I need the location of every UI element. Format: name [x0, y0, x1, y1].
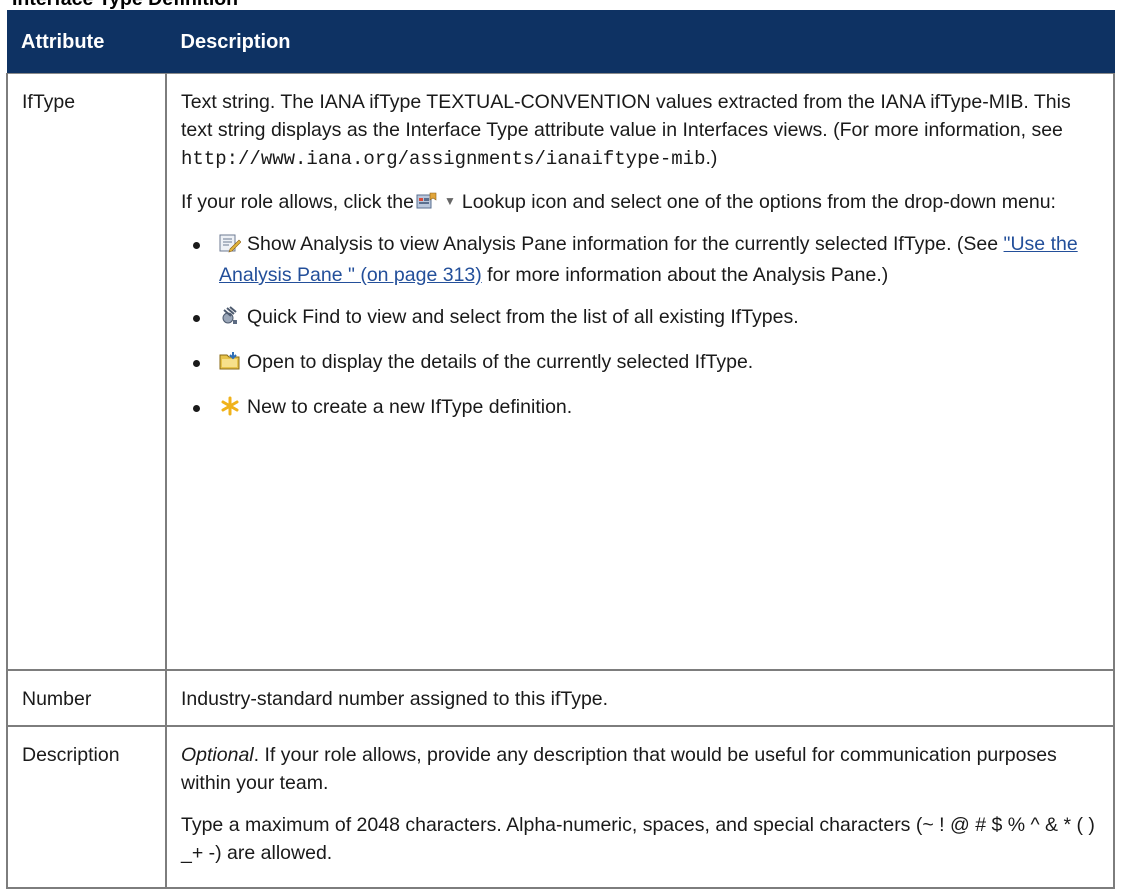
attribute-cell: IfType — [6, 73, 167, 671]
quick-find-text: Quick Find to view and select from the l… — [247, 306, 799, 328]
iftype-description-text: Text string. The IANA ifType TEXTUAL-CON… — [181, 91, 1071, 141]
lookup-options-list: Show Analysis to view Analysis Pane info… — [181, 230, 1099, 424]
section-title: Interface Type Definition — [12, 0, 238, 10]
new-text: New to create a new IfType definition. — [247, 396, 573, 418]
lookup-instructions-end: Lookup icon and select one of the option… — [461, 191, 1056, 213]
table-row-number: Number Industry-standard number assigned… — [6, 669, 1115, 727]
list-item-quick-find: Quick Find to view and select from the l… — [181, 303, 1099, 334]
attribute-cell: Description — [6, 725, 167, 889]
iftype-description-paragraph: Text string. The IANA ifType TEXTUAL-CON… — [181, 88, 1099, 173]
new-icon — [219, 396, 241, 424]
show-analysis-text: Show Analysis to view Analysis Pane info… — [247, 233, 1004, 255]
lookup-icon: ▼ — [416, 187, 456, 215]
optional-label: Optional — [181, 743, 254, 766]
description-text: . If your role allows, provide any descr… — [181, 743, 1057, 794]
list-item-show-analysis: Show Analysis to view Analysis Pane info… — [181, 230, 1099, 289]
max-characters-paragraph: Type a maximum of 2048 characters. Alpha… — [181, 813, 1095, 864]
list-item-new: New to create a new IfType definition. — [181, 393, 1099, 424]
column-header-attribute: Attribute — [7, 10, 167, 74]
description-cell: Optional. If your role allows, provide a… — [165, 725, 1115, 889]
iftype-description-end: .) — [705, 147, 718, 169]
description-cell: Text string. The IANA ifType TEXTUAL-CON… — [165, 73, 1115, 671]
lookup-instructions: If your role allows, click the ▼ Lookup ic… — [181, 187, 1099, 216]
table-row-description: Description Optional. If your role allow… — [6, 725, 1115, 889]
attribute-cell: Number — [6, 669, 167, 727]
chevron-down-icon: ▼ — [444, 194, 456, 208]
open-icon — [219, 351, 241, 379]
description-cell: Industry-standard number assigned to thi… — [165, 669, 1115, 727]
quick-find-icon — [219, 306, 241, 334]
lookup-instructions-start: If your role allows, click the — [181, 191, 415, 213]
help-page: Interface Type Definition Attribute Desc… — [0, 0, 1125, 889]
table-header-row: Attribute Description — [7, 10, 1115, 74]
show-analysis-text-end: for more information about the Analysis … — [481, 264, 889, 286]
open-text: Open to display the details of the curre… — [247, 351, 754, 373]
list-item-open: Open to display the details of the curre… — [181, 348, 1099, 379]
column-header-description: Description — [166, 10, 1115, 74]
table-row-iftype: IfType Text string. The IANA ifType TEXT… — [6, 73, 1115, 671]
attribute-table: Attribute Description IfType Text string… — [6, 10, 1115, 889]
iana-url: http://www.iana.org/assignments/ianaifty… — [181, 148, 706, 170]
description-paragraph: Optional. If your role allows, provide a… — [181, 741, 1099, 797]
show-analysis-icon — [219, 233, 242, 261]
